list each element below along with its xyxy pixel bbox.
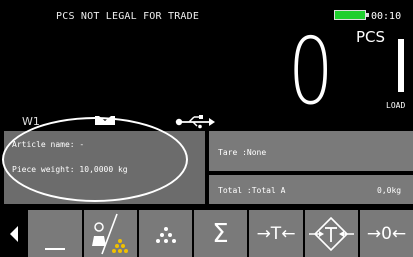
preset-tare-button[interactable]: [305, 210, 358, 257]
tare-panel[interactable]: Tare :None: [209, 131, 413, 171]
total-text: Total :Total A: [218, 186, 286, 195]
count-button[interactable]: [84, 210, 137, 257]
load-bar: [398, 39, 404, 92]
battery-icon: [334, 10, 369, 20]
sum-button[interactable]: Σ: [194, 210, 247, 257]
tare-button[interactable]: →T←: [249, 210, 303, 257]
clock: 00:10: [371, 11, 402, 22]
weight-value: 0: [288, 18, 334, 125]
count-pieces-icon: [92, 213, 128, 255]
total-weight: 0,0kg: [377, 186, 402, 195]
chevron-left-icon: [10, 225, 18, 242]
tare-icon: →T←: [256, 223, 296, 244]
print-button[interactable]: [28, 210, 82, 257]
print-icon: [45, 248, 65, 250]
scroll-left-button[interactable]: [2, 210, 26, 257]
zero-icon: →0←: [366, 223, 407, 244]
highlight-ellipse: [2, 117, 188, 202]
load-label: LOAD: [386, 101, 406, 110]
zero-button[interactable]: →0←: [360, 210, 413, 257]
preset-tare-icon: [309, 216, 354, 252]
sum-icon: Σ: [212, 218, 229, 249]
total-panel[interactable]: Total :Total A 0,0kg: [209, 175, 413, 204]
dots-icon: [156, 227, 176, 243]
piece-weight-button[interactable]: [139, 210, 192, 257]
legal-notice: PCS NOT LEGAL FOR TRADE: [56, 11, 200, 22]
tare-text: Tare :None: [218, 148, 267, 157]
usb-icon: [175, 115, 215, 129]
unit-label: PCS: [356, 28, 386, 46]
